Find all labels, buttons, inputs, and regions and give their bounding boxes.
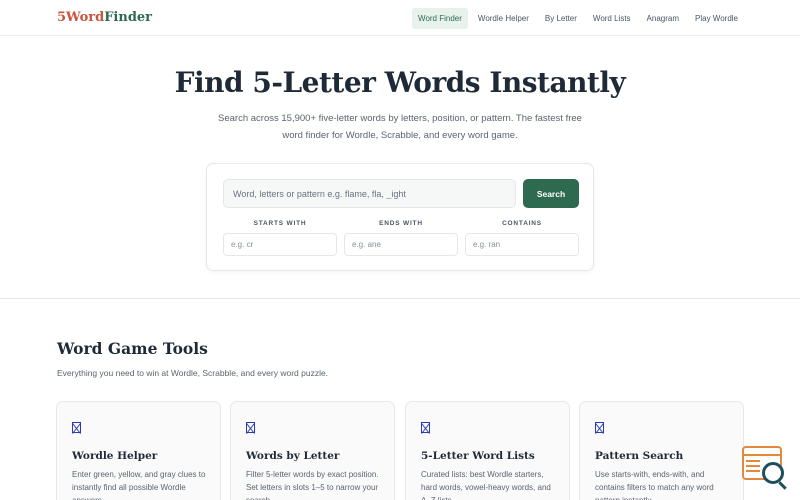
missing-glyph-icon — [595, 422, 604, 433]
tool-card-title: Wordle Helper — [72, 450, 158, 462]
tool-card-words-by-letter[interactable]: Words by Letter Filter 5-letter words by… — [230, 401, 395, 500]
missing-glyph-icon — [72, 422, 81, 433]
contains-input[interactable] — [465, 233, 579, 256]
search-card: Search STARTS WITH ENDS WITH CONTAINS — [206, 163, 594, 271]
search-button[interactable]: Search — [523, 179, 579, 208]
missing-glyph-icon — [246, 422, 255, 433]
ends-with-input[interactable] — [344, 233, 458, 256]
magnifier-handle-icon — [778, 481, 787, 490]
section-divider — [0, 298, 800, 299]
nav-link-anagram[interactable]: Anagram — [641, 8, 685, 29]
hero-title: Find 5-Letter Words Instantly — [174, 66, 626, 99]
top-navbar: 5WordFinder Word Finder Wordle Helper By… — [0, 0, 800, 36]
starts-with-label: STARTS WITH — [253, 220, 307, 227]
tool-card-title: Words by Letter — [246, 450, 340, 462]
missing-glyph-icon — [421, 422, 430, 433]
tools-section-title: Word Game Tools — [57, 339, 208, 358]
nav-link-wordle-helper[interactable]: Wordle Helper — [472, 8, 535, 29]
starts-with-input[interactable] — [223, 233, 337, 256]
nav-link-play-wordle[interactable]: Play Wordle — [689, 8, 744, 29]
tool-card-word-lists[interactable]: 5-Letter Word Lists Curated lists: best … — [405, 401, 570, 500]
nav-link-word-lists[interactable]: Word Lists — [587, 8, 637, 29]
tool-card-description: Enter green, yellow, and gray clues to i… — [72, 470, 206, 500]
tool-card-pattern-search[interactable]: Pattern Search Use starts-with, ends-wit… — [579, 401, 744, 500]
tool-card-title: Pattern Search — [595, 450, 684, 462]
nav-link-by-letter[interactable]: By Letter — [539, 8, 583, 29]
tool-card-wordle-helper[interactable]: Wordle Helper Enter green, yellow, and g… — [56, 401, 221, 500]
tool-card-description: Use starts-with, ends-with, and contains… — [595, 470, 714, 500]
hero-subtitle: Search across 15,900+ five-letter words … — [218, 113, 582, 141]
contains-label: CONTAINS — [502, 220, 542, 227]
tools-section-subtitle: Everything you need to win at Wordle, Sc… — [57, 368, 329, 378]
site-logo[interactable]: 5WordFinder — [57, 10, 152, 25]
tool-card-description: Curated lists: best Wordle starters, har… — [421, 470, 551, 500]
tool-card-title: 5-Letter Word Lists — [421, 450, 535, 462]
search-input[interactable] — [223, 179, 516, 208]
nav-link-word-finder[interactable]: Word Finder — [412, 8, 468, 29]
ends-with-label: ENDS WITH — [379, 220, 423, 227]
nav-links: Word Finder Wordle Helper By Letter Word… — [412, 8, 744, 29]
floating-search-widget-icon[interactable] — [740, 446, 790, 490]
tool-card-description: Filter 5-letter words by exact position.… — [246, 470, 379, 500]
text-lines-icon — [746, 460, 760, 462]
